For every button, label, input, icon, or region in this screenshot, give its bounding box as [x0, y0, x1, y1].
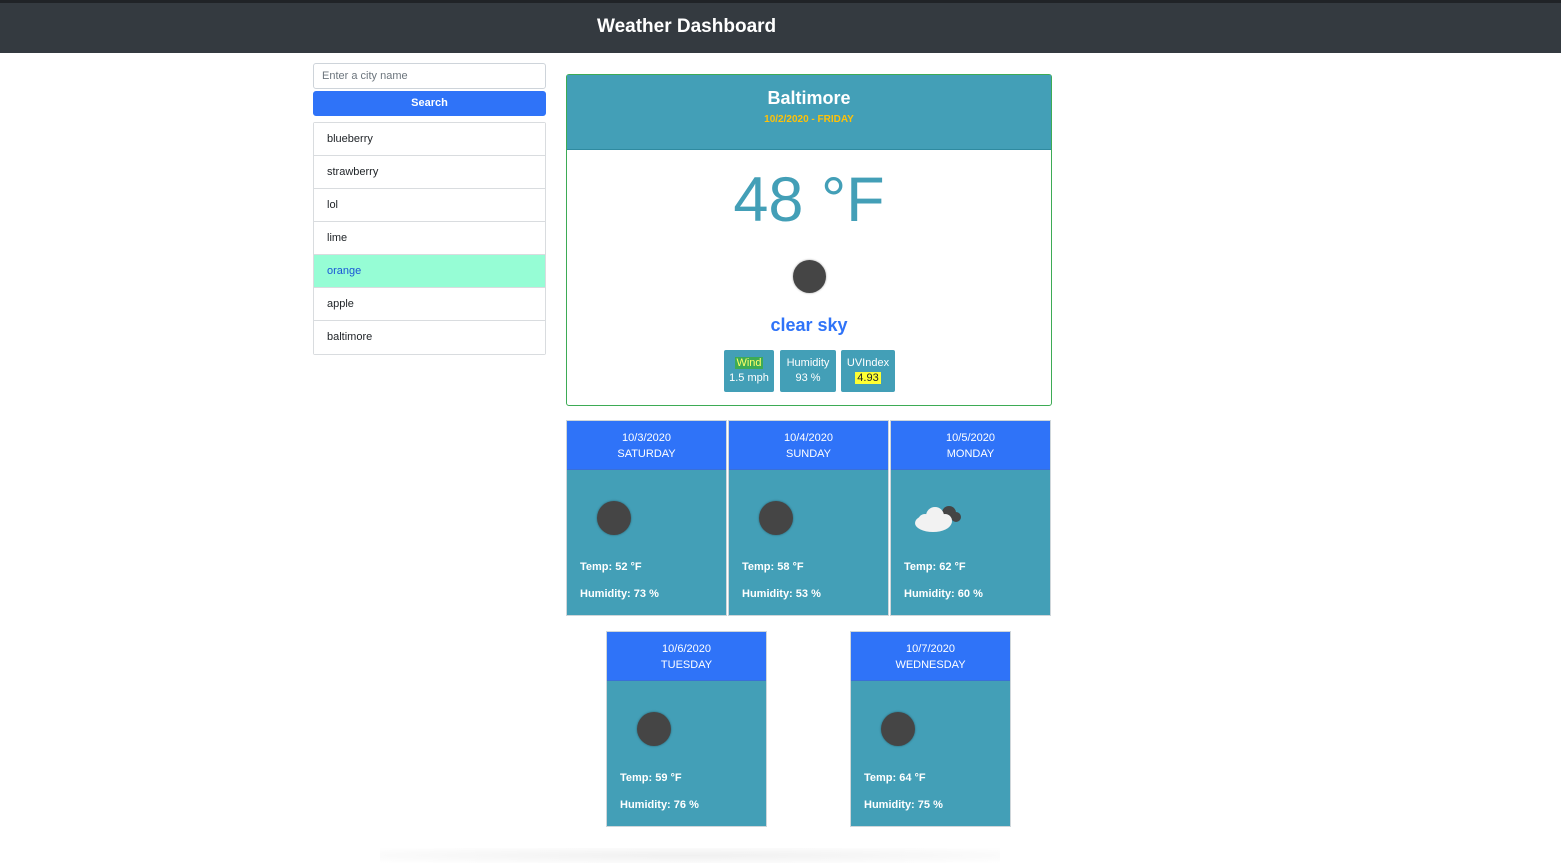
uv-index-label: UVIndex: [846, 357, 890, 369]
sun-icon: [881, 712, 915, 746]
city-search-input[interactable]: [313, 63, 546, 89]
forecast-day: WEDNESDAY: [895, 659, 966, 671]
forecast-card: 10/3/2020 SATURDAY Temp: 52 °F Humidity:…: [566, 420, 727, 616]
current-weather-header: Baltimore 10/2/2020 - FRIDAY: [567, 75, 1051, 150]
forecast-temp: Temp: 59 °F: [620, 772, 682, 784]
city-history-item[interactable]: blueberry: [314, 123, 545, 156]
forecast-humidity: Humidity: 60 %: [904, 588, 983, 600]
current-temperature: 48 °F: [733, 165, 885, 235]
forecast-humidity: Humidity: 76 %: [620, 799, 699, 811]
city-history-item[interactable]: lime: [314, 222, 545, 255]
city-history-item-active[interactable]: orange: [314, 255, 545, 288]
forecast-humidity: Humidity: 53 %: [742, 588, 821, 600]
sun-icon: [637, 712, 671, 746]
sun-icon: [793, 260, 826, 293]
wind-label: Wind: [735, 357, 763, 369]
forecast-day: SATURDAY: [617, 448, 676, 460]
forecast-card-header: 10/5/2020 MONDAY: [891, 421, 1050, 470]
city-history-item[interactable]: baltimore: [314, 321, 545, 354]
uv-index-value: 4.93: [855, 372, 881, 384]
forecast-date: 10/3/2020: [622, 432, 671, 444]
current-weather-card: Baltimore 10/2/2020 - FRIDAY 48 °F clear…: [566, 74, 1052, 406]
forecast-card: 10/6/2020 TUESDAY Temp: 59 °F Humidity: …: [606, 631, 767, 827]
forecast-card: 10/5/2020 MONDAY Temp: 62 °F Humidity: 6…: [890, 420, 1051, 616]
sun-icon: [759, 501, 793, 535]
wind-badge: Wind 1.5 mph: [724, 350, 774, 392]
navbar: Weather Dashboard: [0, 0, 1561, 53]
city-history-item[interactable]: strawberry: [314, 156, 545, 189]
forecast-temp: Temp: 62 °F: [904, 561, 966, 573]
city-history-item[interactable]: lol: [314, 189, 545, 222]
cloud-icon: [915, 506, 961, 532]
weather-description: clear sky: [770, 315, 848, 335]
forecast-card-header: 10/3/2020 SATURDAY: [567, 421, 726, 470]
humidity-label: Humidity: [786, 357, 830, 369]
forecast-card-header: 10/7/2020 WEDNESDAY: [851, 632, 1010, 681]
current-city-name: Baltimore: [767, 88, 851, 108]
forecast-humidity: Humidity: 75 %: [864, 799, 943, 811]
forecast-day: TUESDAY: [660, 659, 713, 671]
forecast-day: SUNDAY: [785, 448, 832, 460]
sun-icon: [597, 501, 631, 535]
humidity-value: 93 %: [795, 372, 821, 384]
forecast-date: 10/6/2020: [662, 643, 711, 655]
forecast-card-header: 10/6/2020 TUESDAY: [607, 632, 766, 681]
city-history-item[interactable]: apple: [314, 288, 545, 321]
forecast-humidity: Humidity: 73 %: [580, 588, 659, 600]
page-title: Weather Dashboard: [597, 16, 777, 37]
forecast-temp: Temp: 58 °F: [742, 561, 804, 573]
forecast-temp: Temp: 52 °F: [580, 561, 642, 573]
search-button[interactable]: Search: [313, 91, 546, 116]
humidity-badge: Humidity 93 %: [780, 350, 836, 392]
current-date: 10/2/2020 - FRIDAY: [764, 114, 854, 125]
forecast-date: 10/7/2020: [906, 643, 955, 655]
forecast-card: 10/7/2020 WEDNESDAY Temp: 64 °F Humidity…: [850, 631, 1011, 827]
footer-shadow: [380, 848, 1000, 863]
wind-value: 1.5 mph: [729, 372, 769, 384]
uv-index-badge: UVIndex 4.93: [841, 350, 895, 392]
forecast-card: 10/4/2020 SUNDAY Temp: 58 °F Humidity: 5…: [728, 420, 889, 616]
forecast-card-header: 10/4/2020 SUNDAY: [729, 421, 888, 470]
forecast-temp: Temp: 64 °F: [864, 772, 926, 784]
city-history-list: blueberry strawberry lol lime orange app…: [313, 122, 546, 355]
forecast-date: 10/5/2020: [946, 432, 995, 444]
forecast-day: MONDAY: [946, 448, 995, 460]
forecast-date: 10/4/2020: [784, 432, 833, 444]
